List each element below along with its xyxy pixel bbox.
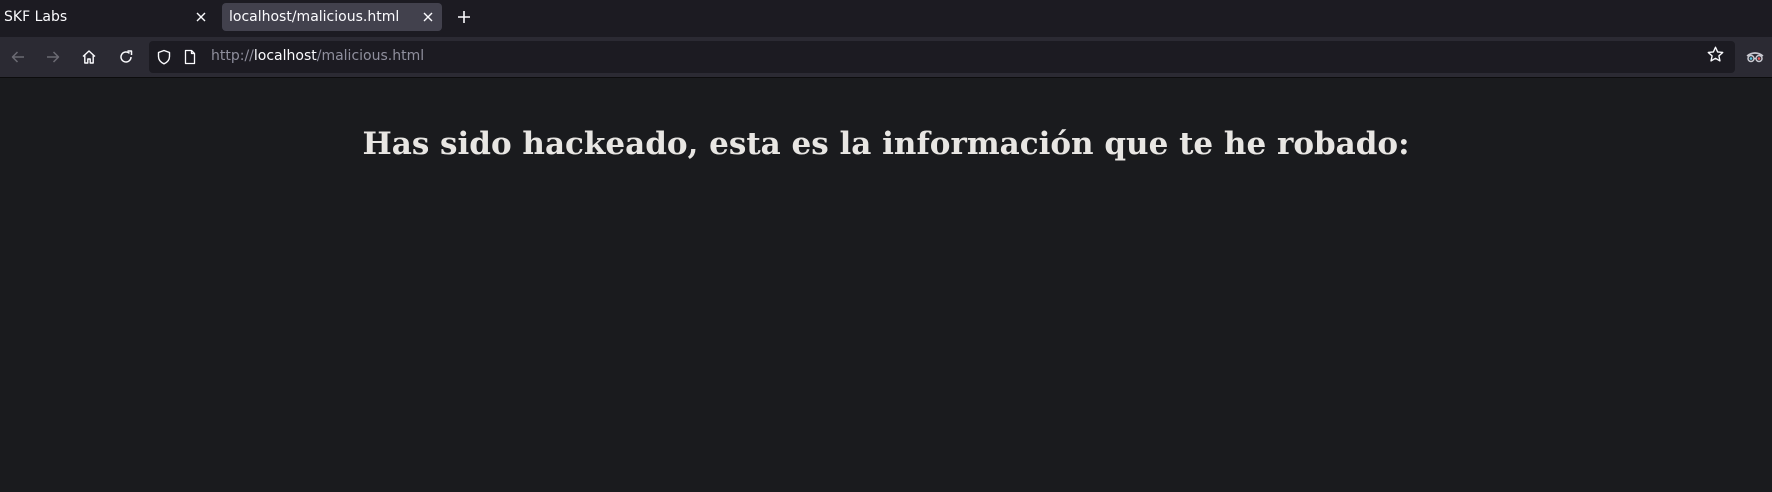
- bookmark-star-icon: [1707, 46, 1724, 63]
- back-button[interactable]: [5, 44, 31, 70]
- url-scheme: http://: [211, 48, 254, 64]
- url-host: localhost: [253, 48, 317, 64]
- back-arrow-icon: [10, 49, 26, 65]
- extension-icon: [1745, 49, 1765, 65]
- url-path: /malicious.html: [316, 48, 425, 64]
- tab-title: localhost/malicious.html: [229, 9, 400, 25]
- home-button[interactable]: [76, 44, 102, 70]
- home-icon: [81, 49, 97, 65]
- reload-icon: [118, 49, 134, 65]
- forward-button[interactable]: [40, 44, 66, 70]
- close-icon[interactable]: [416, 5, 440, 29]
- page-info-icon[interactable]: [180, 47, 200, 67]
- tab-strip: SKF Labs localhost/malicious.html: [0, 0, 1772, 36]
- plus-icon: [457, 10, 471, 24]
- tab-skf-labs[interactable]: SKF Labs: [0, 3, 215, 31]
- new-tab-button[interactable]: [452, 5, 476, 29]
- page-content: Has sido hackeado, esta es la informació…: [0, 78, 1772, 492]
- tab-title: SKF Labs: [4, 9, 68, 25]
- address-bar[interactable]: http://localhost/malicious.html: [149, 41, 1735, 73]
- tab-malicious[interactable]: localhost/malicious.html: [222, 3, 442, 31]
- browser-window: SKF Labs localhost/malicious.html http:/…: [0, 0, 1772, 492]
- forward-arrow-icon: [45, 49, 61, 65]
- navigation-toolbar: http://localhost/malicious.html: [0, 37, 1772, 77]
- tracking-protection-shield-icon[interactable]: [154, 47, 174, 67]
- bookmark-button[interactable]: [1704, 43, 1726, 65]
- close-icon[interactable]: [189, 5, 213, 29]
- extension-button[interactable]: [1742, 44, 1768, 70]
- page-heading: Has sido hackeado, esta es la informació…: [362, 126, 1410, 162]
- reload-button[interactable]: [113, 44, 139, 70]
- url-text: http://localhost/malicious.html: [211, 48, 424, 64]
